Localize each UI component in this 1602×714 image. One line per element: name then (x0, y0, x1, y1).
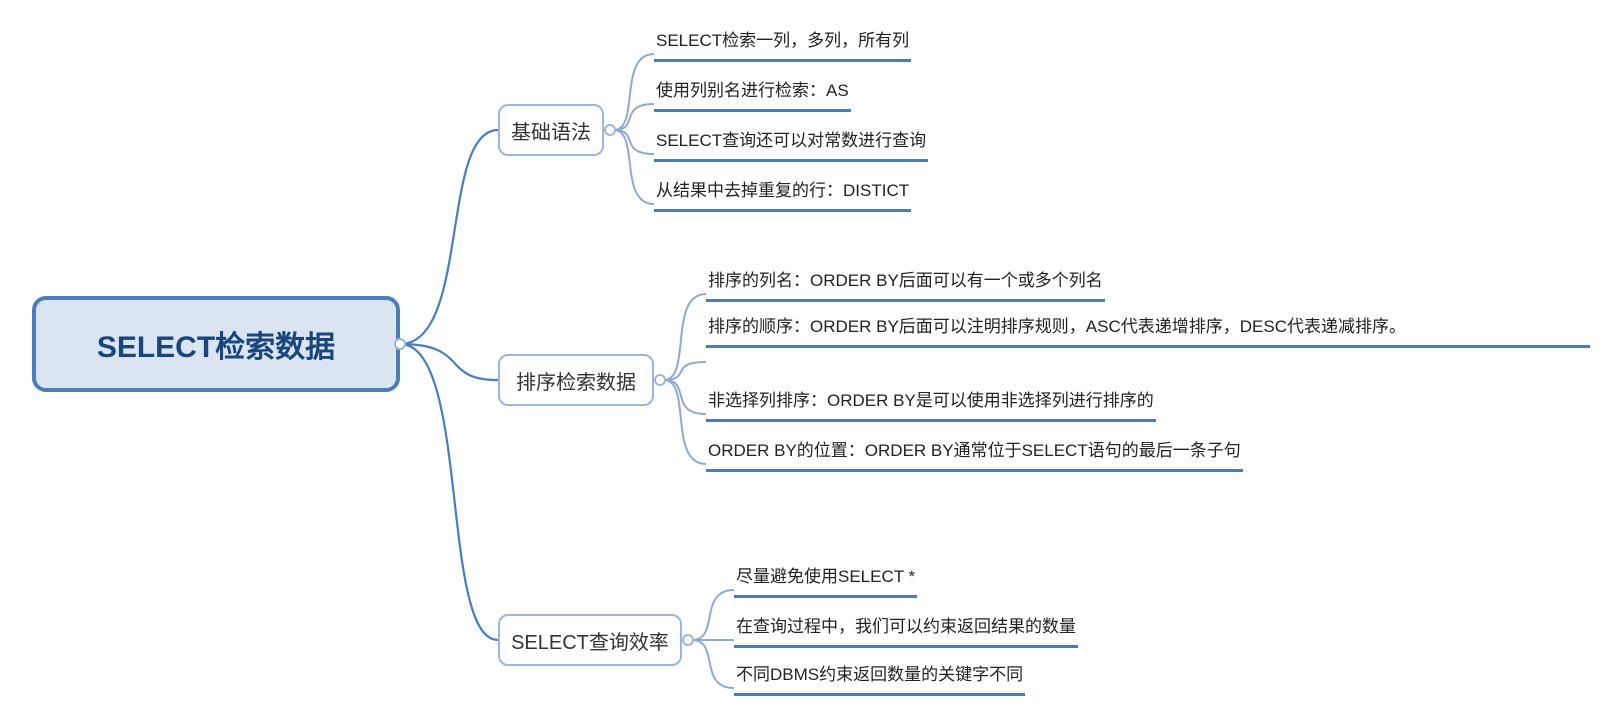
leaf-b3-0[interactable]: 尽量避免使用SELECT * (734, 566, 917, 598)
leaf-b1-0[interactable]: SELECT检索一列，多列，所有列 (654, 30, 911, 62)
leaf-text: ORDER BY的位置：ORDER BY通常位于SELECT语句的最后一条子句 (708, 441, 1241, 460)
leaf-text: 在查询过程中，我们可以约束返回结果的数量 (736, 617, 1076, 636)
leaf-b2-3[interactable]: ORDER BY的位置：ORDER BY通常位于SELECT语句的最后一条子句 (706, 440, 1243, 472)
leaf-b1-1[interactable]: 使用列别名进行检索：AS (654, 80, 851, 112)
leaf-text: SELECT检索一列，多列，所有列 (656, 31, 909, 50)
leaf-b3-1[interactable]: 在查询过程中，我们可以约束返回结果的数量 (734, 616, 1078, 648)
root-connector-dot (394, 338, 406, 350)
branch3-connector-dot (682, 634, 694, 646)
branch-sort-retrieve[interactable]: 排序检索数据 (498, 354, 654, 406)
root-node[interactable]: SELECT检索数据 (32, 296, 400, 392)
leaf-b2-0[interactable]: 排序的列名：ORDER BY后面可以有一个或多个列名 (706, 270, 1105, 302)
leaf-b2-2[interactable]: 非选择列排序：ORDER BY是可以使用非选择列进行排序的 (706, 390, 1156, 422)
leaf-text: 排序的顺序：ORDER BY后面可以注明排序规则，ASC代表递增排序，DESC代… (708, 317, 1406, 336)
branch-basic-syntax[interactable]: 基础语法 (498, 104, 604, 156)
branch2-connector-dot (654, 374, 666, 386)
leaf-text: 尽量避免使用SELECT * (736, 567, 915, 586)
leaf-text: 排序的列名：ORDER BY后面可以有一个或多个列名 (708, 271, 1103, 290)
leaf-text: 从结果中去掉重复的行：DISTICT (656, 181, 909, 200)
leaf-b3-2[interactable]: 不同DBMS约束返回数量的关键字不同 (734, 664, 1025, 696)
leaf-text: 使用列别名进行检索：AS (656, 81, 849, 100)
branch-select-efficiency[interactable]: SELECT查询效率 (498, 614, 682, 666)
leaf-text: SELECT查询还可以对常数进行查询 (656, 131, 926, 150)
branch1-connector-dot (604, 124, 616, 136)
leaf-text: 非选择列排序：ORDER BY是可以使用非选择列进行排序的 (708, 391, 1154, 410)
branch-label: 排序检索数据 (516, 366, 636, 395)
leaf-text: 不同DBMS约束返回数量的关键字不同 (736, 665, 1023, 684)
root-label: SELECT检索数据 (97, 322, 335, 366)
leaf-b1-2[interactable]: SELECT查询还可以对常数进行查询 (654, 130, 928, 162)
leaf-b1-3[interactable]: 从结果中去掉重复的行：DISTICT (654, 180, 911, 212)
branch-label: 基础语法 (511, 116, 591, 145)
leaf-b2-1[interactable]: 排序的顺序：ORDER BY后面可以注明排序规则，ASC代表递增排序，DESC代… (706, 316, 1590, 348)
branch-label: SELECT查询效率 (511, 626, 669, 655)
